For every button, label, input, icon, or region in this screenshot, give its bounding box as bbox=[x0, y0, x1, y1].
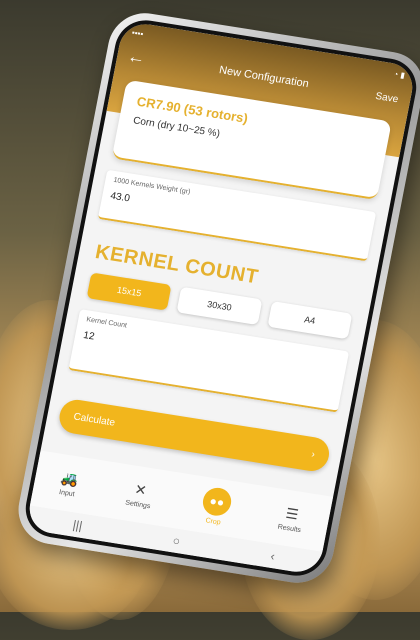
kernel-count-label: Kernel Count bbox=[85, 316, 128, 330]
nav-item-input[interactable]: 🚜 Input bbox=[58, 469, 80, 498]
tab-15x15[interactable]: 15x15 bbox=[86, 272, 172, 311]
nav-item-crop[interactable]: ●● Crop bbox=[199, 485, 234, 528]
harvester-icon: 🚜 bbox=[59, 468, 80, 488]
kernel-weight-value[interactable]: 43.0 bbox=[109, 191, 130, 205]
tools-icon: ✕ bbox=[133, 480, 149, 498]
home-icon[interactable]: ○ bbox=[172, 533, 182, 548]
recent-apps-icon[interactable]: ||| bbox=[72, 518, 84, 533]
tab-30x30[interactable]: 30x30 bbox=[176, 286, 263, 325]
sliders-icon: ☰ bbox=[284, 504, 301, 523]
nav-item-results[interactable]: ☰ Results bbox=[277, 504, 305, 533]
calculate-label: Calculate bbox=[72, 410, 116, 429]
save-button[interactable]: Save bbox=[374, 91, 399, 105]
seed-icon: ●● bbox=[200, 485, 234, 518]
kernel-count-value[interactable]: 12 bbox=[82, 330, 95, 343]
nav-item-settings[interactable]: ✕ Settings bbox=[125, 479, 155, 509]
chevron-right-icon: › bbox=[310, 448, 316, 460]
tab-a4[interactable]: A4 bbox=[267, 301, 353, 340]
system-back-icon[interactable]: ‹ bbox=[269, 549, 276, 563]
